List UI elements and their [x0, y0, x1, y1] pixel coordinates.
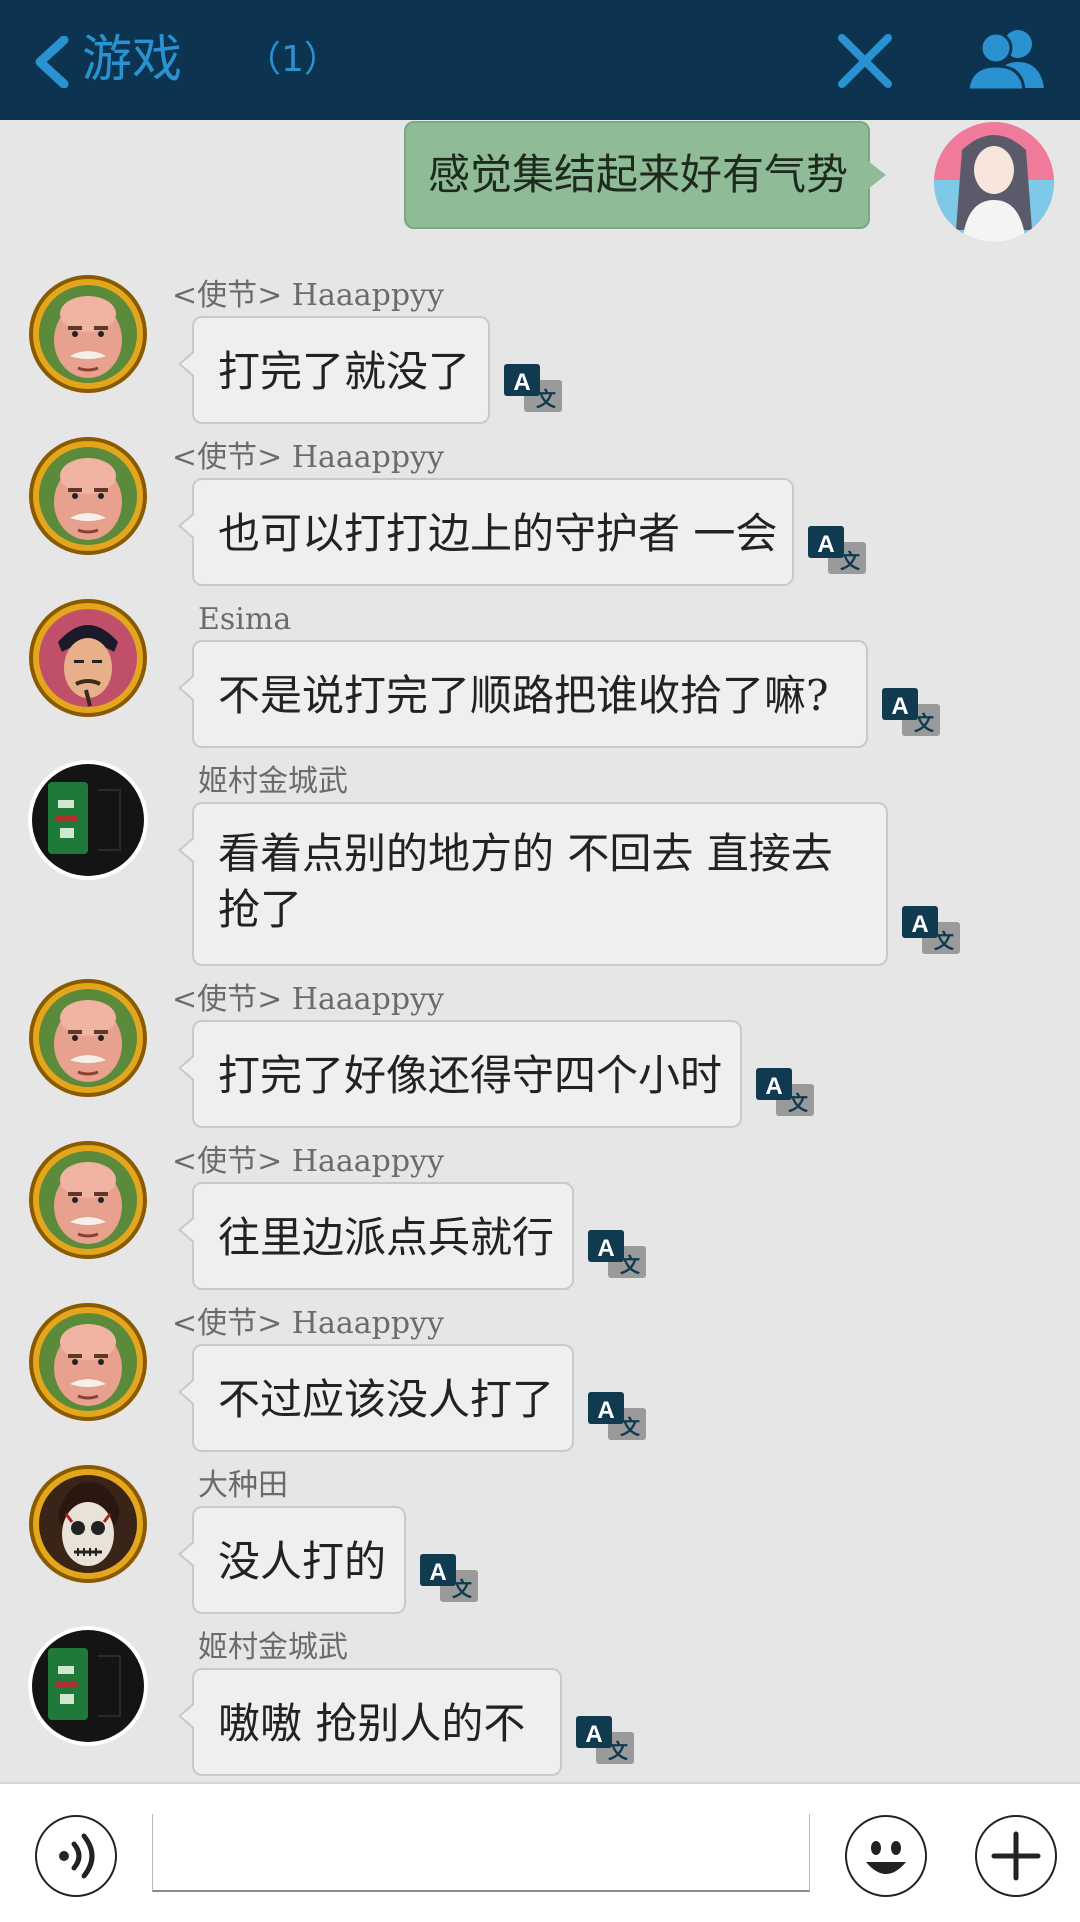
avatar[interactable] [28, 598, 148, 718]
close-icon[interactable] [836, 32, 894, 90]
avatar[interactable] [28, 978, 148, 1098]
member-count: （1） [245, 39, 340, 80]
chat-message: 姬村金城武 嗷嗷 抢别人的不 [0, 1622, 1080, 1782]
avatar[interactable] [28, 1140, 148, 1260]
sender-name: <使节> Haaappyy [172, 982, 444, 1017]
users-icon[interactable] [966, 26, 1046, 92]
chat-message: <使节> Haaappyy 打完了好像还得守四个小时 [0, 974, 1080, 1134]
plus-icon[interactable] [974, 1814, 1058, 1898]
sender-name: <使节> Haaappyy [172, 1144, 444, 1179]
sender-name: <使节> Haaappyy [172, 1306, 444, 1341]
chat-message: <使节> Haaappyy 打完了就没了 [0, 270, 1080, 430]
emoji-icon[interactable] [844, 1814, 928, 1898]
sender-name: 大种田 [198, 1468, 288, 1503]
avatar[interactable] [28, 1464, 148, 1584]
message-bubble[interactable]: 嗷嗷 抢别人的不 [178, 1668, 562, 1776]
own-message-bubble[interactable]: 感觉集结起来好有气势 [404, 121, 886, 229]
message-bubble[interactable]: 不过应该没人打了 [178, 1344, 574, 1452]
own-avatar[interactable] [932, 120, 1056, 244]
message-line: 看着点别的地方的 不回去 直接去 [218, 829, 833, 878]
avatar[interactable] [28, 1302, 148, 1422]
translate-icon[interactable] [502, 362, 564, 414]
input-bar [0, 1782, 1080, 1922]
translate-icon[interactable] [900, 904, 962, 956]
chat-message: Esima 不是说打完了顺路把谁收拾了嘛? [0, 594, 1080, 754]
sender-name: <使节> Haaappyy [172, 278, 444, 313]
sender-name: Esima [198, 602, 292, 637]
chat-message: <使节> Haaappyy 不过应该没人打了 [0, 1298, 1080, 1458]
translate-icon[interactable] [574, 1714, 636, 1766]
avatar[interactable] [28, 274, 148, 394]
message-line: 抢了 [218, 885, 303, 934]
translate-icon[interactable] [754, 1066, 816, 1118]
chat-title: 游戏 [82, 30, 182, 88]
message-bubble[interactable]: 没人打的 [178, 1506, 406, 1614]
translate-icon[interactable] [418, 1552, 480, 1604]
translate-icon[interactable] [880, 686, 942, 738]
message-bubble[interactable]: 看着点别的地方的 不回去 直接去 抢了 [178, 802, 888, 966]
message-bubble[interactable]: 也可以打打边上的守护者 一会 [178, 478, 794, 586]
voice-icon[interactable] [34, 1814, 118, 1898]
translate-icon[interactable] [586, 1228, 648, 1280]
chat-message: 大种田 没人打的 [0, 1460, 1080, 1620]
chat-message: 姬村金城武 看着点别的地方的 不回去 直接去 抢了 [0, 756, 1080, 968]
avatar[interactable] [28, 436, 148, 556]
chat-message: <使节> Haaappyy 往里边派点兵就行 [0, 1136, 1080, 1296]
message-input[interactable] [152, 1814, 810, 1892]
sender-name: 姬村金城武 [198, 1630, 348, 1665]
avatar[interactable] [28, 760, 148, 880]
sender-name: <使节> Haaappyy [172, 440, 444, 475]
message-bubble[interactable]: 打完了好像还得守四个小时 [178, 1020, 742, 1128]
top-bar: 游戏 （1） [0, 0, 1080, 120]
message-bubble[interactable]: 不是说打完了顺路把谁收拾了嘛? [178, 640, 868, 748]
sender-name: 姬村金城武 [198, 764, 348, 799]
chevron-left-icon[interactable] [30, 36, 70, 88]
chat-message: <使节> Haaappyy 也可以打打边上的守护者 一会 [0, 432, 1080, 592]
translate-icon[interactable] [806, 524, 868, 576]
message-bubble[interactable]: 打完了就没了 [178, 316, 490, 424]
avatar[interactable] [28, 1626, 148, 1746]
translate-icon[interactable] [586, 1390, 648, 1442]
message-bubble[interactable]: 往里边派点兵就行 [178, 1182, 574, 1290]
